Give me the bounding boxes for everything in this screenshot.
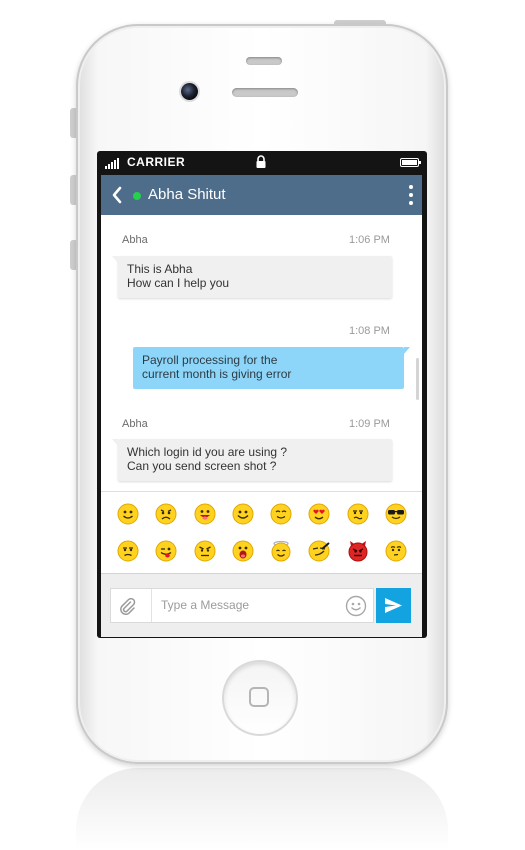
emoji-toggle-icon[interactable] xyxy=(345,595,367,617)
emoji-surprised-icon[interactable] xyxy=(232,540,254,562)
home-button[interactable] xyxy=(224,662,296,734)
emoji-tongue-icon[interactable] xyxy=(194,503,216,525)
send-icon xyxy=(385,598,402,613)
send-button[interactable] xyxy=(376,588,411,623)
emoji-sad-icon[interactable] xyxy=(155,503,177,525)
emoji-happy-icon[interactable] xyxy=(232,503,254,525)
message-line: Which login id you are using ? xyxy=(127,445,288,459)
chat-header: Abha Shitut xyxy=(101,175,422,215)
emoji-worried-icon[interactable] xyxy=(385,540,407,562)
message-line: Payroll processing for the xyxy=(142,353,278,367)
battery-icon xyxy=(400,158,421,167)
emoji-sunglasses-icon[interactable] xyxy=(385,503,407,525)
attachment-icon[interactable] xyxy=(118,596,136,616)
message-time: 1:09 PM xyxy=(349,418,390,430)
emoji-heart-eyes-icon[interactable] xyxy=(308,503,330,525)
message-sender: Abha xyxy=(122,234,148,246)
phone-screen: CARRIER Abha Shitut Abha 1:06 PM This is… xyxy=(97,151,427,638)
online-status-dot xyxy=(133,192,141,200)
incoming-message-bubble[interactable]: Which login id you are using ? Can you s… xyxy=(112,439,392,481)
emoji-devil-icon[interactable] xyxy=(347,540,369,562)
incoming-message-bubble[interactable]: This is Abha How can I help you xyxy=(112,256,392,298)
input-divider xyxy=(151,589,152,622)
front-camera-icon xyxy=(181,83,198,100)
contact-name[interactable]: Abha Shitut xyxy=(148,186,226,203)
proximity-sensor xyxy=(246,57,282,65)
message-sender: Abha xyxy=(122,418,148,430)
lock-icon xyxy=(256,155,266,168)
message-line: Can you send screen shot ? xyxy=(127,459,277,473)
scrollbar[interactable] xyxy=(416,358,419,400)
emoji-smile-icon[interactable] xyxy=(117,503,139,525)
message-line: current month is giving error xyxy=(142,367,292,381)
emoji-confused-icon[interactable] xyxy=(347,503,369,525)
emoji-angel-icon[interactable] xyxy=(270,540,292,562)
message-line: This is Abha xyxy=(127,262,193,276)
emoji-wink-tongue-icon[interactable] xyxy=(155,540,177,562)
earpiece-speaker xyxy=(232,88,298,97)
message-time: 1:06 PM xyxy=(349,234,390,246)
message-composer xyxy=(101,573,422,637)
message-input[interactable] xyxy=(161,595,341,615)
more-options-icon[interactable] xyxy=(408,185,414,205)
message-list[interactable]: Abha 1:06 PM This is Abha How can I help… xyxy=(101,215,422,491)
status-bar: CARRIER xyxy=(97,151,427,173)
emoji-blush-icon[interactable] xyxy=(270,503,292,525)
emoji-row xyxy=(117,503,407,525)
signal-strength-icon xyxy=(105,157,119,169)
back-arrow-icon[interactable] xyxy=(111,185,123,205)
emoji-smirk-icon[interactable] xyxy=(308,540,331,562)
message-time: 1:08 PM xyxy=(349,325,390,337)
emoji-row xyxy=(117,540,407,562)
message-input-box xyxy=(110,588,374,623)
emoji-angry-icon[interactable] xyxy=(194,540,216,562)
carrier-label: CARRIER xyxy=(127,155,186,169)
outgoing-message-bubble[interactable]: Payroll processing for the current month… xyxy=(133,347,410,389)
home-square-icon xyxy=(249,687,269,707)
emoji-frown-icon[interactable] xyxy=(117,540,139,562)
phone-reflection xyxy=(76,768,448,850)
emoji-panel xyxy=(101,491,422,574)
message-line: How can I help you xyxy=(127,276,230,290)
